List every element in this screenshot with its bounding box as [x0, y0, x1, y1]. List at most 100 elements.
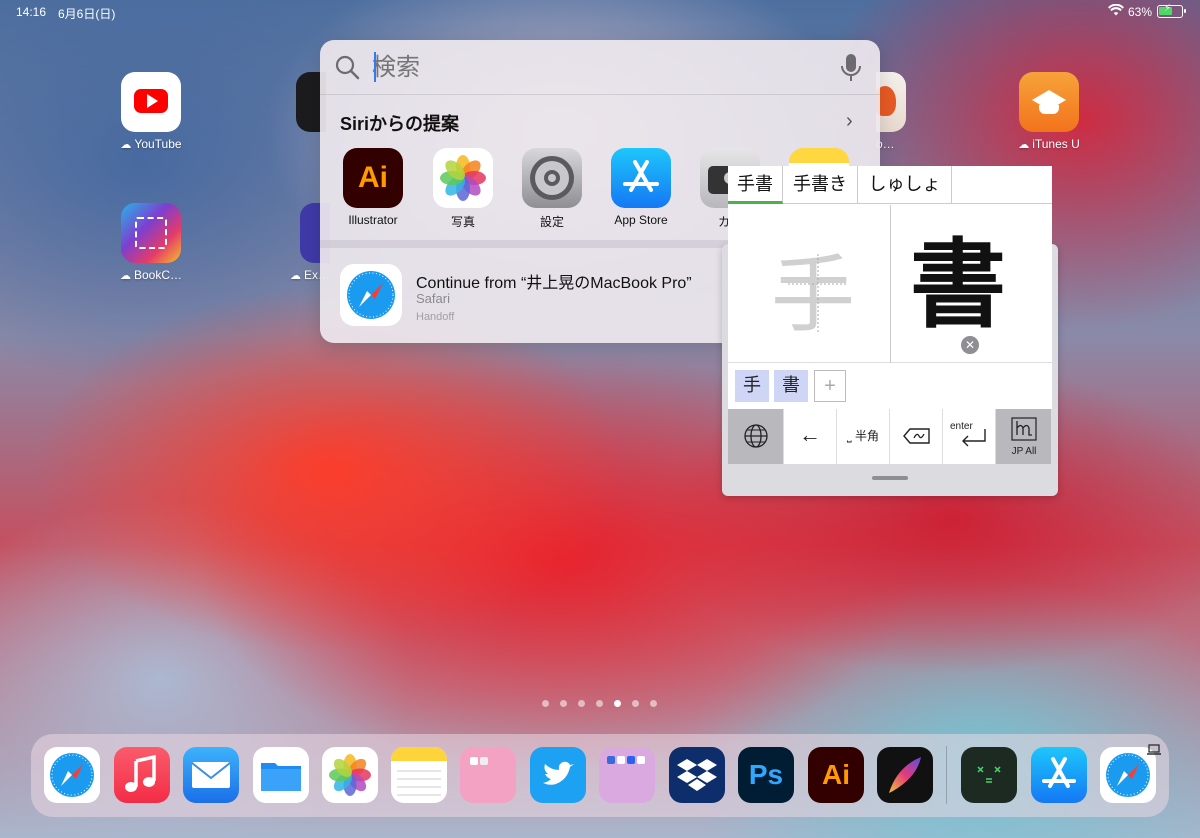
left-arrow-key[interactable]: ←	[784, 409, 837, 464]
settings-icon	[522, 148, 582, 208]
twitter-icon	[543, 761, 574, 785]
mail-icon	[191, 762, 231, 788]
return-icon	[962, 429, 986, 447]
suggestion-photos[interactable]: 写真	[423, 148, 503, 230]
recent-char-chip[interactable]: 手	[735, 370, 769, 402]
dock-mail[interactable]	[183, 747, 239, 803]
laptop-icon	[1147, 744, 1161, 755]
page-dot[interactable]	[632, 700, 639, 707]
app-itunes-u[interactable]: ☁ iTunes U	[1009, 72, 1089, 151]
safari-icon	[50, 753, 94, 797]
suggestion-label: 設定	[539, 215, 564, 229]
delete-key[interactable]	[890, 409, 943, 464]
terminal-icon	[977, 766, 1001, 783]
input-mode-key[interactable]: JP All	[996, 409, 1052, 464]
page-dot[interactable]	[578, 700, 585, 707]
folder-icon	[470, 757, 488, 765]
youtube-icon	[121, 72, 181, 132]
suggestion-settings[interactable]: 設定	[512, 148, 592, 230]
status-bar: 14:16 6月6日(日) 63% ⚡	[0, 0, 1200, 24]
app-book-creator[interactable]: ☁ BookC…	[111, 203, 191, 282]
microphone-icon[interactable]	[840, 53, 862, 83]
canvas-divider	[890, 205, 891, 363]
dock-safari[interactable]	[44, 747, 100, 803]
handoff-subtitle: Handoff	[416, 311, 455, 323]
suggestion-label: Illustrator	[348, 213, 398, 227]
recent-char-chip[interactable]: 書	[774, 370, 808, 402]
handwriting-input-panel: 手書 手書き しゅしょ 手 書 ✕ 手 書 + ← ⎵ 半角 enter JP …	[728, 166, 1052, 464]
search-icon	[335, 55, 360, 80]
dock-photos[interactable]	[322, 747, 378, 803]
app-label: iTunes U	[1032, 137, 1080, 151]
wifi-icon	[1108, 4, 1124, 16]
app-label: BookC…	[133, 268, 183, 282]
folder-icon	[607, 756, 645, 764]
dock-files[interactable]	[253, 747, 309, 803]
page-dot[interactable]	[560, 700, 567, 707]
safari-icon[interactable]	[340, 264, 402, 326]
handoff-title[interactable]: Continue from “井上晃のMacBook Pro”	[416, 269, 692, 293]
status-time: 14:16	[16, 5, 47, 19]
dock-twitter[interactable]	[530, 747, 586, 803]
add-chip-button[interactable]: +	[814, 370, 846, 402]
cloud-download-icon: ☁	[120, 139, 132, 151]
photoshop-icon: Ps	[748, 759, 784, 790]
space-key[interactable]: ⎵ 半角	[837, 409, 890, 464]
files-icon	[261, 763, 301, 791]
dock-terminal[interactable]	[961, 747, 1017, 803]
procreate-icon	[889, 757, 921, 793]
suggestion-illustrator[interactable]: Ai Illustrator	[333, 148, 413, 227]
siri-suggestions-title: Siriからの提案	[340, 114, 460, 134]
text-caret	[374, 52, 376, 82]
enter-key[interactable]: enter	[943, 409, 996, 464]
music-icon	[125, 754, 156, 792]
page-dot[interactable]	[650, 700, 657, 707]
dock-notes[interactable]	[391, 747, 447, 803]
mode-label: JP All	[1011, 446, 1037, 457]
suggestion-label: App Store	[614, 213, 668, 227]
notes-icon	[391, 747, 447, 796]
cloud-download-icon: ☁	[290, 270, 301, 282]
ghost-char: 手	[771, 246, 855, 344]
candidate-item[interactable]: 手書き	[783, 166, 858, 204]
search-bar	[320, 40, 880, 95]
dropbox-icon	[677, 759, 717, 791]
dock-photoshop[interactable]: Ps	[738, 747, 794, 803]
app-partial-orange[interactable]: o…	[876, 72, 906, 151]
page-dot[interactable]	[614, 700, 621, 707]
photos-icon	[329, 754, 371, 796]
battery-charging-icon: ⚡	[1157, 3, 1186, 18]
dock-folder[interactable]	[599, 747, 655, 803]
illustrator-icon: Ai	[822, 759, 850, 790]
page-dot[interactable]	[542, 700, 549, 707]
globe-icon	[744, 424, 768, 448]
ghost-character: 手	[758, 224, 868, 354]
dock-illustrator[interactable]: Ai	[808, 747, 864, 803]
app-store-icon	[611, 148, 671, 208]
candidate-item[interactable]: 手書	[728, 166, 783, 204]
chevron-right-icon[interactable]: ›	[846, 110, 853, 133]
illustrator-icon: Ai	[343, 148, 403, 208]
dock-dropbox[interactable]	[669, 747, 725, 803]
handoff-app: Safari	[416, 291, 450, 306]
app-icon	[876, 72, 906, 132]
dock-app-store[interactable]	[1031, 747, 1087, 803]
dock-divider	[946, 746, 947, 804]
page-dot[interactable]	[596, 700, 603, 707]
suggestion-app-store[interactable]: App Store	[601, 148, 681, 227]
candidate-item[interactable]: しゅしょ	[858, 166, 952, 204]
dock-procreate[interactable]	[877, 747, 933, 803]
search-input[interactable]	[372, 51, 812, 85]
ink-character: 書	[908, 226, 1008, 341]
page-indicator[interactable]	[540, 700, 660, 710]
itunes-u-icon	[1019, 72, 1079, 132]
bolt-icon: ⚡	[1164, 3, 1172, 14]
keyboard-drag-handle[interactable]	[872, 476, 908, 480]
dock-music[interactable]	[114, 747, 170, 803]
book-creator-icon	[121, 203, 181, 263]
globe-key[interactable]	[728, 409, 784, 464]
dock-folder[interactable]	[460, 747, 516, 803]
suggestion-label: 写真	[450, 215, 475, 229]
app-youtube[interactable]: ☁ YouTube	[111, 72, 191, 151]
clear-icon[interactable]: ✕	[961, 336, 979, 354]
